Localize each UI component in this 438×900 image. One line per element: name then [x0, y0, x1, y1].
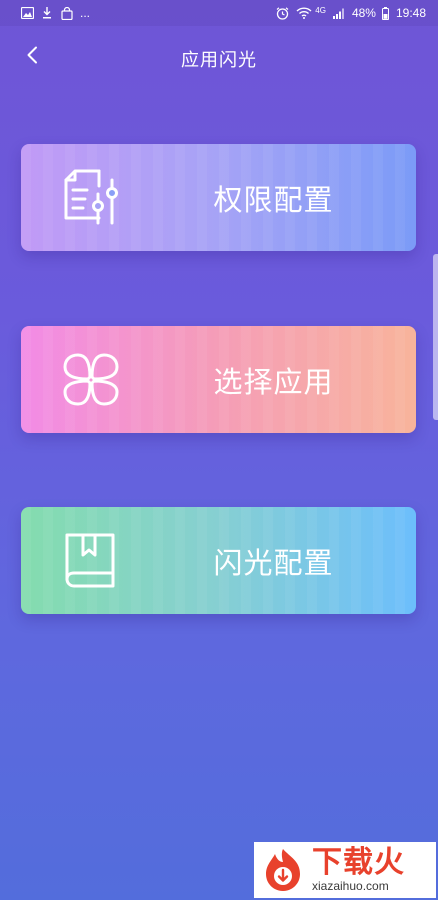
bookmark-book-icon: [61, 531, 119, 589]
image-icon: [20, 6, 34, 20]
app-header: 应用闪光: [0, 26, 438, 88]
watermark-brand: 下载火: [312, 845, 405, 880]
select-app-label: 选择应用: [213, 364, 334, 399]
battery-percent: 48%: [351, 6, 376, 20]
watermark-texts: 下载火 xiazaihuo.com: [312, 845, 405, 894]
document-settings-icon: [61, 168, 119, 226]
permission-config-card[interactable]: 权限配置: [21, 144, 416, 251]
wifi-icon: [295, 6, 313, 20]
watermark-logo: 下载火 xiazaihuo.com: [254, 842, 436, 898]
status-more: ...: [80, 6, 91, 20]
watermark-url: xiazaihuo.com: [312, 879, 389, 893]
flash-config-label: 闪光配置: [213, 545, 334, 580]
alarm-icon: [275, 6, 289, 20]
download-icon: [40, 6, 54, 20]
status-right: 4G 48% 19:48: [275, 6, 426, 20]
clock: 19:48: [395, 6, 426, 20]
select-app-card[interactable]: 选择应用: [21, 326, 416, 433]
scroll-indicator[interactable]: [433, 254, 438, 420]
battery-icon: [382, 6, 390, 20]
fire-logo-icon: [260, 847, 306, 893]
page-title: 应用闪光: [181, 50, 257, 71]
flash-config-card[interactable]: 闪光配置: [21, 507, 416, 614]
network-type: 4G: [315, 5, 326, 15]
bag-icon: [60, 6, 74, 20]
permission-config-label: 权限配置: [213, 182, 334, 217]
clover-icon: [61, 350, 119, 408]
status-left: ...: [20, 6, 90, 20]
status-bar: ... 4G 48% 19:48: [0, 0, 438, 26]
signal-icon: [332, 6, 346, 20]
